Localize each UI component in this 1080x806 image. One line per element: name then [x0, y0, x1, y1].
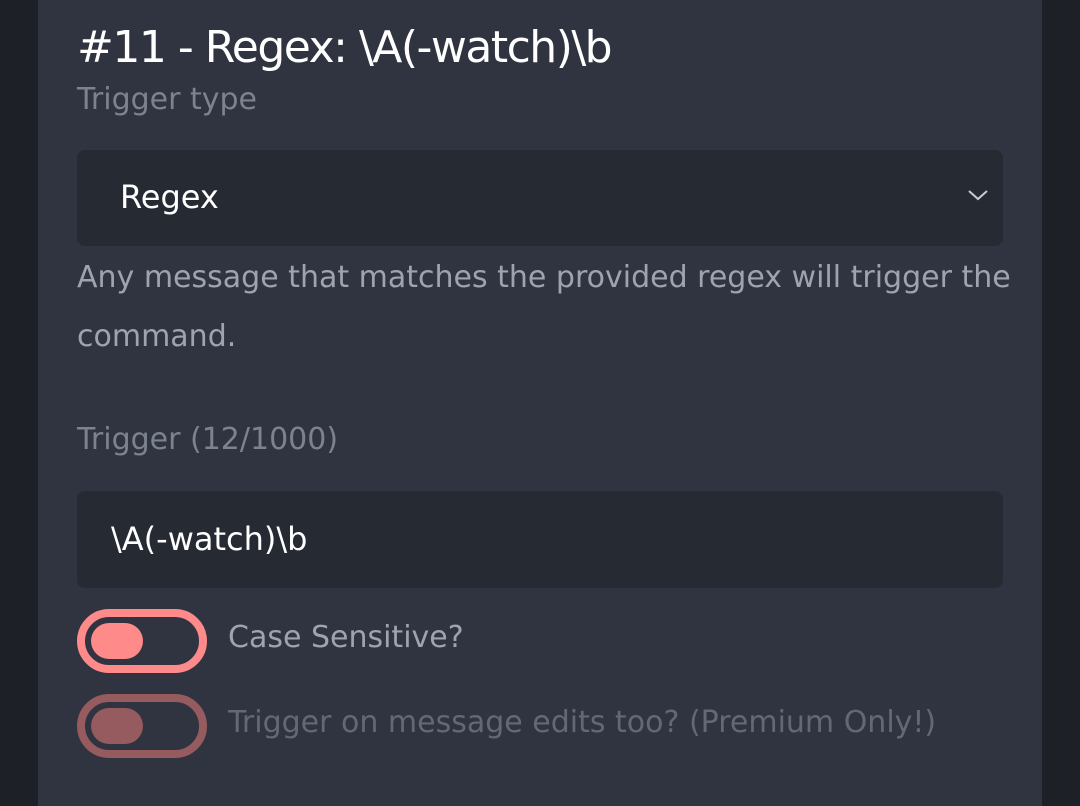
message-edits-label: Trigger on message edits too? (Premium O…	[228, 705, 937, 740]
chevron-down-icon	[968, 190, 988, 201]
page-title: #11 - Regex: \A(-watch)\b	[77, 22, 613, 73]
trigger-type-label: Trigger type	[77, 82, 258, 117]
trigger-input-value: \A(-watch)\b	[111, 520, 308, 558]
message-edits-toggle[interactable]	[77, 694, 207, 758]
trigger-type-select[interactable]: Regex	[77, 150, 1003, 246]
case-sensitive-toggle-knob	[91, 623, 143, 659]
trigger-input[interactable]: \A(-watch)\b	[77, 491, 1003, 588]
trigger-label: Trigger (12/1000)	[77, 422, 339, 457]
message-edits-toggle-knob	[91, 708, 143, 744]
command-panel	[38, 0, 1042, 806]
case-sensitive-label: Case Sensitive?	[228, 620, 464, 655]
trigger-type-help-text: Any message that matches the provided re…	[77, 260, 1011, 354]
case-sensitive-toggle[interactable]	[77, 609, 207, 673]
trigger-type-selected-value: Regex	[120, 178, 219, 216]
